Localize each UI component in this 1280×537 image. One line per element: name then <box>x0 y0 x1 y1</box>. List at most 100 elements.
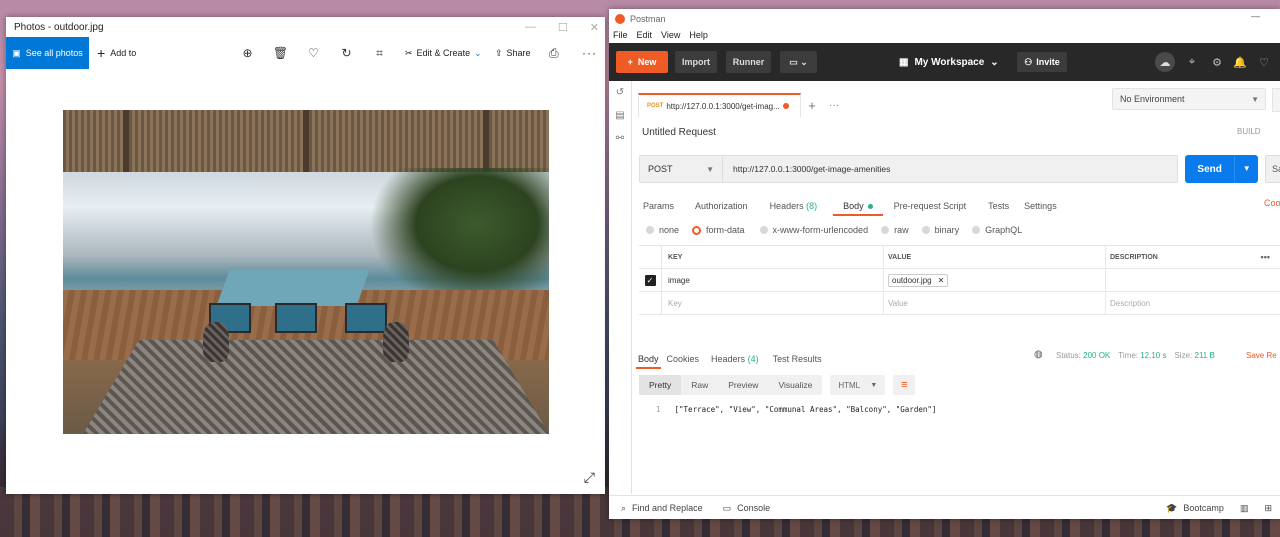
close-icon[interactable]: ✕ <box>938 276 945 285</box>
close-icon[interactable]: ✕ <box>590 21 599 34</box>
new-tab-icon[interactable]: + <box>801 98 823 113</box>
format-pretty[interactable]: Pretty <box>639 375 682 395</box>
collections-icon[interactable]: ▤ <box>609 104 631 127</box>
response-tab-cookies[interactable]: Cookies <box>667 354 700 364</box>
new-value-input[interactable]: Value <box>883 292 1105 314</box>
rotate-icon[interactable]: ↻ <box>330 46 363 60</box>
more-options-icon[interactable]: ••• <box>1261 252 1270 262</box>
method-select[interactable]: POST ▼ <box>640 156 723 182</box>
heart-icon[interactable]: ♡ <box>1254 52 1274 72</box>
environment-select[interactable]: No Environment ▼ <box>1112 88 1266 110</box>
tab-tests[interactable]: Tests <box>988 201 1009 211</box>
format-raw[interactable]: Raw <box>681 375 718 395</box>
request-subtabs: Params Authorization Headers (8) Body Pr… <box>643 195 1057 217</box>
gear-icon[interactable]: ⚙ <box>1207 52 1227 72</box>
response-tab-test-results[interactable]: Test Results <box>773 354 822 364</box>
satellite-icon[interactable]: ⌖ <box>1182 52 1202 72</box>
minimize-icon[interactable]: — <box>525 21 536 33</box>
request-tab[interactable]: POST http://127.0.0.1:3000/get-imag... <box>638 93 801 117</box>
response-json: ["Terrace", "View", "Communal Areas", "B… <box>674 405 937 414</box>
environment-quicklook-icon[interactable] <box>1272 88 1280 112</box>
expand-icon[interactable]: ⤢ <box>584 469 595 486</box>
console-button[interactable]: ▭ Console <box>723 503 771 514</box>
response-tab-headers[interactable]: Headers (4) <box>711 354 759 364</box>
row-description-input[interactable] <box>1105 269 1280 291</box>
runner-button[interactable]: Runner <box>726 51 771 73</box>
see-all-photos-button[interactable]: ▣ See all photos <box>6 37 89 69</box>
sync-off-icon[interactable]: ☁ <box>1155 52 1175 72</box>
save-response-button[interactable]: Save Re <box>1246 351 1277 360</box>
workspace-selector[interactable]: ▦ My Workspace ⌄ <box>899 51 999 73</box>
globe-icon[interactable]: ◍ <box>1034 349 1043 360</box>
radio-raw[interactable]: raw <box>881 225 909 235</box>
add-to-button[interactable]: + Add to <box>97 45 136 61</box>
history-icon[interactable]: ↺ <box>609 81 631 104</box>
response-tab-body[interactable]: Body <box>636 354 660 369</box>
url-input[interactable]: http://127.0.0.1:3000/get-image-amenitie… <box>723 164 890 174</box>
menu-file[interactable]: File <box>613 30 628 40</box>
tab-pre-request-script[interactable]: Pre-request Script <box>894 201 967 211</box>
chevron-down-icon[interactable]: ▼ <box>1234 155 1258 183</box>
apis-icon[interactable]: ⚯ <box>609 127 631 150</box>
row-enabled-checkbox[interactable]: ✓ <box>644 274 656 286</box>
bootcamp-button[interactable]: 🎓 Bootcamp <box>1166 503 1224 514</box>
menu-edit[interactable]: Edit <box>637 30 653 40</box>
response-body: 1 ["Terrace", "View", "Communal Areas", … <box>656 405 936 414</box>
new-window-button[interactable]: ▭ ⌄ <box>780 51 817 73</box>
column-value: VALUE <box>883 246 1105 268</box>
menu-view[interactable]: View <box>661 30 680 40</box>
table-row-empty: Key Value Description <box>639 292 1280 315</box>
format-visualize[interactable]: Visualize <box>768 375 822 395</box>
radio-none[interactable]: none <box>646 225 679 235</box>
row-key-input[interactable]: image <box>661 269 883 291</box>
radio-form-data[interactable]: form-data <box>692 225 745 235</box>
photo-beam <box>123 110 129 172</box>
radio-binary[interactable]: binary <box>921 225 959 235</box>
maximize-icon[interactable]: ☐ <box>558 21 568 34</box>
search-icon: ⌕ <box>621 502 627 513</box>
send-button[interactable]: Send ▼ <box>1185 155 1258 183</box>
two-pane-view-icon[interactable]: ▥ <box>1240 503 1249 514</box>
language-select[interactable]: HTML ▼ <box>830 375 886 395</box>
row-value-input[interactable]: outdoor.jpg ✕ <box>883 269 1105 291</box>
zoom-icon[interactable]: ⊕ <box>231 46 264 60</box>
tab-params[interactable]: Params <box>643 201 674 211</box>
format-preview[interactable]: Preview <box>718 375 768 395</box>
more-options-icon[interactable]: ··· <box>582 37 597 69</box>
delete-icon[interactable]: 🗑 <box>264 46 297 60</box>
menu-help[interactable]: Help <box>689 30 708 40</box>
import-button[interactable]: Import <box>675 51 717 73</box>
wrap-lines-icon[interactable]: ≡ <box>893 375 916 395</box>
more-tabs-icon[interactable]: ··· <box>823 100 845 111</box>
share-icon: ⇪ <box>495 47 503 58</box>
request-tabs: POST http://127.0.0.1:3000/get-imag... +… <box>638 93 845 117</box>
crop-icon[interactable]: ⌗ <box>363 46 396 61</box>
bell-icon[interactable]: 🔔 <box>1230 52 1250 72</box>
tab-settings[interactable]: Settings <box>1024 201 1057 211</box>
new-button[interactable]: + New <box>616 51 668 73</box>
photos-titlebar: Photos - outdoor.jpg — ☐ ✕ <box>6 17 605 37</box>
print-icon[interactable]: ⎙ <box>549 37 559 69</box>
tab-authorization[interactable]: Authorization <box>695 201 748 211</box>
share-button[interactable]: ⇪ Share <box>495 37 531 69</box>
request-name: Untitled Request <box>642 127 716 138</box>
tab-headers[interactable]: Headers (8) <box>770 201 818 211</box>
build-label[interactable]: BUILD <box>1237 127 1261 136</box>
plus-icon: + <box>627 57 633 67</box>
minimize-icon[interactable]: — <box>1251 11 1260 21</box>
size-value: 211 B <box>1194 351 1215 360</box>
chevron-down-icon: ⌄ <box>990 56 999 68</box>
favorite-icon[interactable]: ♡ <box>297 46 330 60</box>
new-key-input[interactable]: Key <box>661 292 883 314</box>
tab-body[interactable]: Body <box>833 201 882 216</box>
radio-graphql[interactable]: GraphQL <box>972 225 1022 235</box>
photo-beam <box>303 110 309 172</box>
edit-create-button[interactable]: ✂ Edit & Create ⌄ <box>405 37 482 69</box>
radio-x-www-form-urlencoded[interactable]: x-www-form-urlencoded <box>759 225 868 235</box>
invite-button[interactable]: ⚇ Invite <box>1017 52 1067 72</box>
new-description-input[interactable]: Description <box>1105 292 1280 314</box>
keyboard-shortcuts-icon[interactable]: ⊞ <box>1264 503 1272 514</box>
cookies-link[interactable]: Coo <box>1264 198 1280 208</box>
save-button[interactable]: Sa <box>1265 155 1280 183</box>
find-replace-button[interactable]: ⌕ Find and Replace <box>621 503 703 514</box>
